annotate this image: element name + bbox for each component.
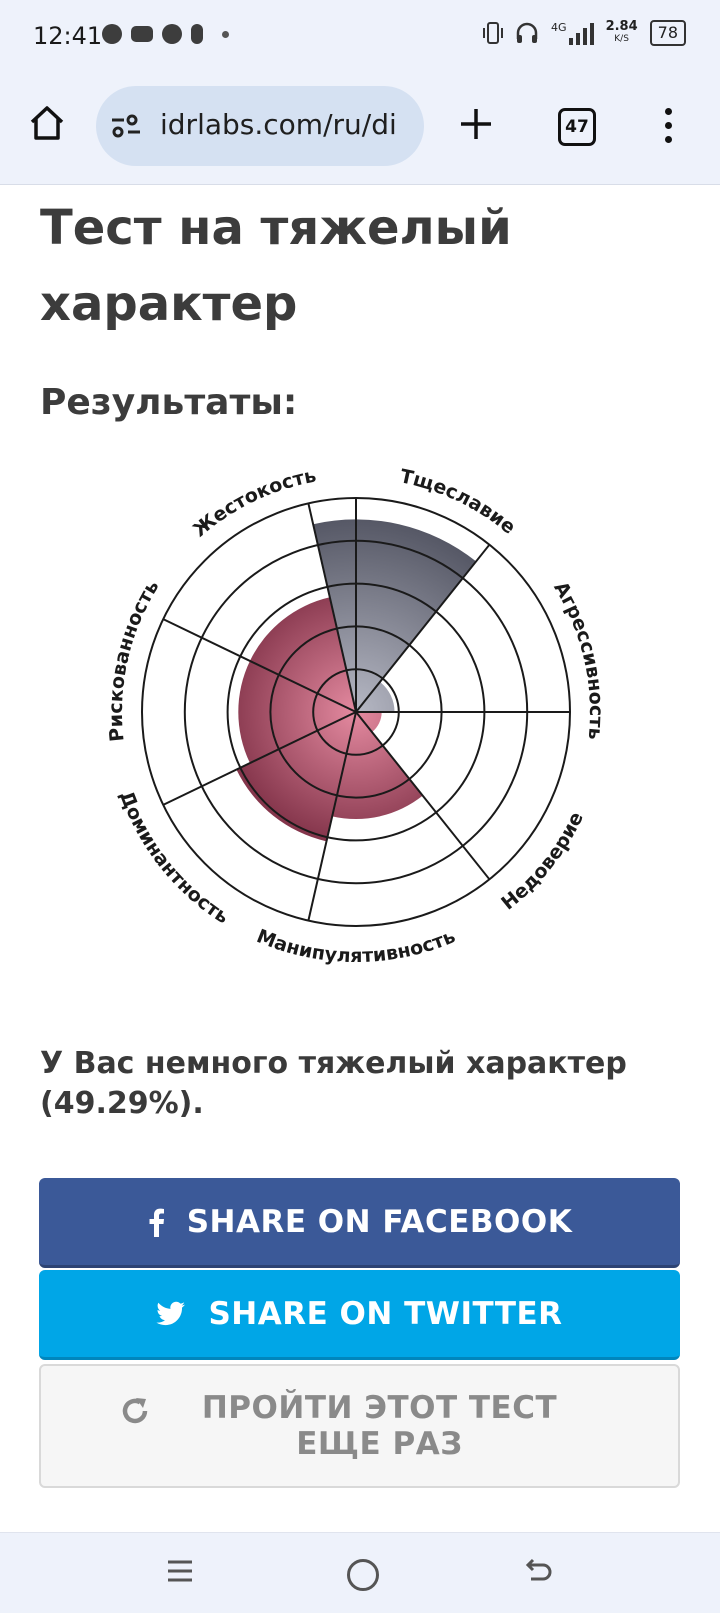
system-indicators: 4G 2.84 K/S 78 xyxy=(483,20,686,46)
vibrate-icon xyxy=(483,22,504,44)
chart-category-label: Агрессивность xyxy=(549,578,607,741)
notification-icons xyxy=(102,24,229,44)
more-notifications-dot xyxy=(222,30,229,38)
share-twitter-label: SHARE ON TWITTER xyxy=(208,1295,563,1332)
youtube-icon xyxy=(131,26,153,42)
home-icon[interactable] xyxy=(28,104,66,142)
retake-test-button[interactable]: ПРОЙТИ ЭТОТ ТЕСТ ЕЩЕ РАЗ xyxy=(39,1364,680,1488)
browser-toolbar: idrlabs.com/ru/di 47 xyxy=(0,72,720,185)
share-twitter-button[interactable]: SHARE ON TWITTER xyxy=(39,1270,680,1360)
pinterest-icon xyxy=(162,24,182,44)
result-text: У Вас немного тяжелый характер (49.29%). xyxy=(40,1046,627,1121)
share-facebook-button[interactable]: SHARE ON FACEBOOK xyxy=(39,1178,680,1268)
network-speed: 2.84 K/S xyxy=(605,19,638,44)
tab-switcher-button[interactable]: 47 xyxy=(558,108,596,146)
results-heading: Результаты: xyxy=(40,382,298,423)
network-type-label: 4G xyxy=(551,21,567,34)
share-facebook-label: SHARE ON FACEBOOK xyxy=(186,1203,573,1240)
chart-category-label: Манипулятивность xyxy=(254,925,459,967)
whatsapp-icon xyxy=(102,24,122,44)
site-settings-icon[interactable] xyxy=(110,112,142,140)
signal-icon xyxy=(568,21,594,45)
back-icon[interactable] xyxy=(525,1557,553,1585)
facebook-icon xyxy=(147,1207,165,1237)
twitter-icon xyxy=(156,1301,186,1327)
status-bar: 12:41 4G 2.84 K/S 78 xyxy=(0,0,720,72)
chart-category-label: Рискованность xyxy=(105,576,164,742)
microphone-icon xyxy=(191,24,203,44)
more-menu-icon[interactable] xyxy=(665,108,673,150)
system-navigation-bar xyxy=(0,1532,720,1613)
page-title: Тест на тяжелый характер xyxy=(40,200,512,332)
chart-category-label: Недоверие xyxy=(497,809,588,915)
retake-test-label: ПРОЙТИ ЭТОТ ТЕСТ ЕЩЕ РАЗ xyxy=(201,1390,558,1462)
nav-home-icon[interactable] xyxy=(347,1559,379,1591)
new-tab-icon[interactable] xyxy=(458,106,494,142)
headphones-icon xyxy=(516,22,538,43)
address-bar[interactable]: idrlabs.com/ru/di xyxy=(96,86,424,166)
url-text: idrlabs.com/ru/di xyxy=(160,108,397,141)
recent-apps-icon[interactable] xyxy=(166,1557,194,1585)
results-polar-chart: Тщеславие Агрессивность Недоверие Манипулят… xyxy=(105,464,607,967)
refresh-icon xyxy=(120,1396,150,1426)
status-time: 12:41 xyxy=(33,22,103,50)
battery-indicator: 78 xyxy=(649,20,686,46)
chart-category-label: Жестокость xyxy=(189,464,318,541)
chart-category-label: Тщеславие xyxy=(398,465,520,538)
